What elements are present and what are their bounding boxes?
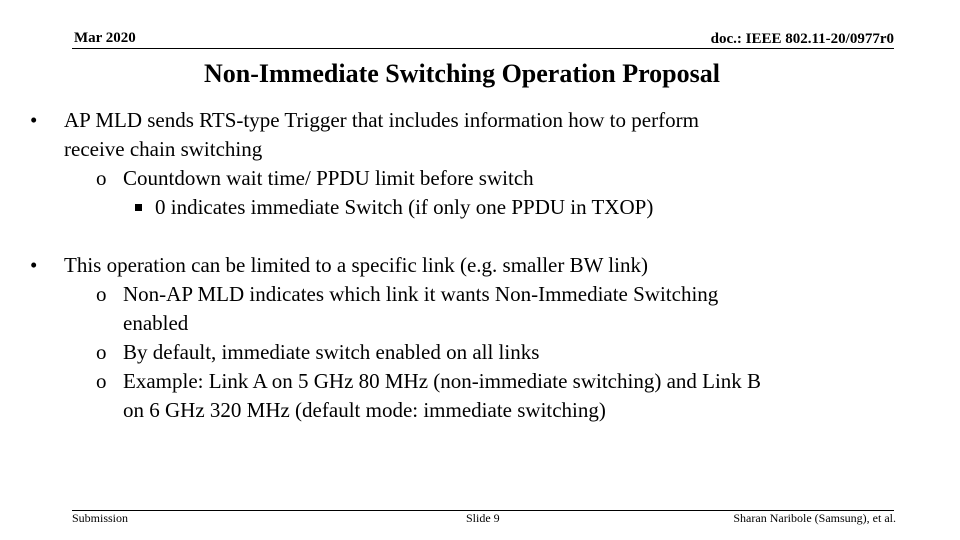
sub-bullet-text: Countdown wait time/ PPDU limit before s…: [123, 166, 534, 190]
sub-bullet-marker: o: [96, 340, 107, 364]
footer-submission: Submission: [72, 511, 129, 525]
square-bullet-icon: [135, 193, 142, 222]
sub-bullet-text: Non-AP MLD indicates which link it wants…: [123, 282, 719, 306]
slide-title: Non-Immediate Switching Operation Propos…: [204, 59, 720, 88]
sub-bullet-marker: o: [96, 369, 107, 393]
bullet-marker: •: [30, 108, 38, 132]
header-doc-id: doc.: IEEE 802.11-20/0977r0: [710, 31, 894, 47]
sub-bullet-text: on 6 GHz 320 MHz (default mode: immediat…: [123, 398, 606, 422]
header-divider: [72, 48, 894, 49]
sub-bullet-text: Example: Link A on 5 GHz 80 MHz (non-imm…: [123, 369, 762, 393]
bullet-text: AP MLD sends RTS-type Trigger that inclu…: [64, 108, 699, 132]
footer-author: Sharan Naribole (Samsung), et al.: [733, 511, 896, 525]
bullet-text: receive chain switching: [64, 137, 263, 161]
bullet-marker: •: [30, 253, 38, 277]
sub-bullet-text: By default, immediate switch enabled on …: [123, 340, 540, 364]
header-date: Mar 2020: [74, 30, 136, 46]
sub-bullet-marker: o: [96, 166, 107, 190]
footer-slide-number: Slide 9: [466, 511, 500, 525]
bullet-text: This operation can be limited to a speci…: [64, 253, 648, 277]
sub-sub-bullet-text: 0 indicates immediate Switch (if only on…: [155, 195, 654, 219]
sub-bullet-marker: o: [96, 282, 107, 306]
sub-bullet-text: enabled: [123, 311, 189, 335]
